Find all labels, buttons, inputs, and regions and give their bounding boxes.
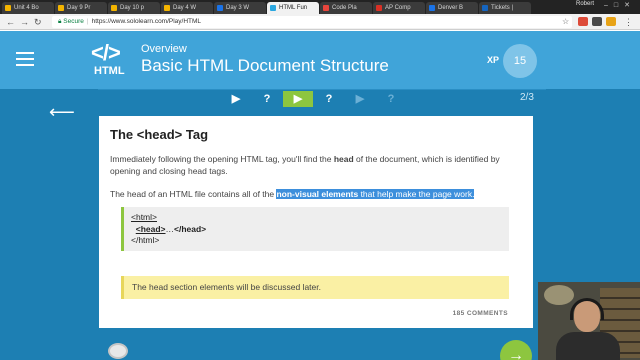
secure-label: Secure: [63, 18, 84, 25]
chat-bubble-icon[interactable]: [108, 343, 128, 359]
favicon-icon: [58, 5, 64, 11]
browser-tab[interactable]: Tickets |: [479, 2, 531, 14]
quiz-step-icon[interactable]: ?: [252, 91, 282, 107]
star-icon[interactable]: ☆: [562, 17, 569, 27]
code-line: </html>: [131, 235, 160, 245]
code-example: <html> <head>…</head> </html>: [121, 207, 509, 251]
lesson-heading: The <head> Tag: [110, 127, 209, 142]
favicon-icon: [217, 5, 223, 11]
tab-label: Day 9 Pr: [67, 5, 91, 11]
extension-icon-yellow[interactable]: [606, 17, 616, 26]
lesson-paragraph-2: The head of an HTML file contains all of…: [110, 189, 475, 199]
tab-label: Day 10 p: [120, 5, 145, 11]
reload-icon[interactable]: ↻: [34, 17, 42, 27]
tab-label: HTML Fun: [279, 5, 308, 11]
highlighted-term: non-visual elements: [276, 189, 359, 199]
address-bar-row: ← → ↻ 🔒︎ Secure | https://www.sololearn.co…: [0, 14, 640, 30]
favicon-icon: [164, 5, 170, 11]
url-field[interactable]: 🔒︎ Secure | https://www.sololearn.com/Play…: [52, 16, 572, 28]
lesson-step-icon[interactable]: ▶: [283, 91, 313, 107]
page-indicator: 2/3: [520, 92, 534, 103]
overview-link[interactable]: Overview: [141, 43, 187, 55]
extension-icon-red[interactable]: [578, 17, 588, 26]
lesson-step-icon[interactable]: ▶: [221, 91, 251, 107]
extension-icon-dark[interactable]: [592, 17, 602, 26]
tab-label: AP Comp: [385, 5, 411, 11]
favicon-icon: [270, 5, 276, 11]
lesson-progress-bar: ▶? ▶? ▶?: [98, 89, 546, 107]
favicon-icon: [5, 5, 11, 11]
hamburger-menu-icon[interactable]: [16, 52, 34, 66]
tab-label: Day 3 W: [226, 5, 250, 11]
favicon-icon: [111, 5, 117, 11]
headphones: [570, 298, 604, 320]
profile-name[interactable]: Robert: [576, 1, 594, 7]
url-text: https://www.sololearn.com/Play/HTML: [91, 18, 202, 25]
lesson-header: </> HTML Overview Basic HTML Document St…: [0, 31, 640, 89]
xp-badge: 15: [503, 44, 537, 78]
favicon-icon: [482, 5, 488, 11]
tab-label: Unit 4 Bo: [14, 5, 39, 11]
forward-icon[interactable]: →: [20, 17, 29, 27]
xp-label: XP: [487, 55, 500, 65]
back-icon[interactable]: ←: [6, 17, 15, 27]
lesson-card: The <head> Tag Immediately following the…: [99, 116, 533, 328]
favicon-icon: [323, 5, 329, 11]
browser-tab[interactable]: Denver B: [426, 2, 478, 14]
person-body: [556, 332, 620, 360]
quiz-step-icon[interactable]: ?: [376, 91, 406, 107]
lock-icon: 🔒︎: [58, 18, 62, 25]
browser-tab[interactable]: Day 9 Pr: [55, 2, 107, 14]
quiz-step-icon[interactable]: ?: [314, 91, 344, 107]
webcam-overlay: [538, 282, 640, 360]
lamp: [544, 285, 574, 305]
note-callout: The head section elements will be discus…: [121, 276, 509, 299]
html-logo-icon: </>: [91, 40, 121, 65]
browser-tab[interactable]: AP Comp: [373, 2, 425, 14]
favicon-icon: [429, 5, 435, 11]
lesson-title: Basic HTML Document Structure: [141, 56, 389, 75]
code-line: <head>…</head>: [135, 223, 207, 234]
browser-tab[interactable]: Unit 4 Bo: [2, 2, 54, 14]
browser-tab-bar: Unit 4 Bo Day 9 Pr Day 10 p Day 4 W Day 3 W H…: [0, 0, 640, 14]
window-controls[interactable]: –□✕: [604, 1, 636, 9]
browser-tab[interactable]: HTML Fun: [267, 2, 319, 14]
code-line: <html>: [131, 212, 157, 222]
back-arrow-icon[interactable]: ⟵: [49, 103, 75, 121]
url-divider: |: [86, 18, 89, 25]
tab-label: Code Pla: [332, 5, 357, 11]
browser-tab[interactable]: Day 4 W: [161, 2, 213, 14]
browser-menu-icon[interactable]: ⋮: [624, 17, 633, 27]
tab-label: Denver B: [438, 5, 464, 11]
course-logo-label: HTML: [94, 65, 125, 77]
tab-label: Tickets |: [491, 5, 514, 11]
lesson-paragraph-1: Immediately following the opening HTML t…: [110, 154, 500, 176]
comments-link[interactable]: 185 COMMENTS: [453, 310, 508, 317]
tab-label: Day 4 W: [173, 5, 197, 11]
browser-tab[interactable]: Day 3 W: [214, 2, 266, 14]
browser-tab[interactable]: Day 10 p: [108, 2, 160, 14]
lesson-step-icon[interactable]: ▶: [345, 91, 375, 107]
browser-tab[interactable]: Code Pla: [320, 2, 372, 14]
favicon-icon: [376, 5, 382, 11]
